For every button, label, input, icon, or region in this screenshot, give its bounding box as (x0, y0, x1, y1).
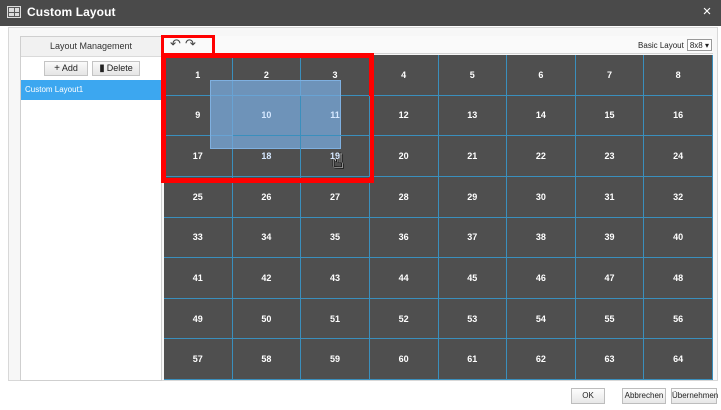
grid-cell[interactable]: 19 (301, 136, 370, 177)
grid-cell[interactable]: 60 (369, 339, 439, 380)
basic-layout-label: Basic Layout (638, 40, 684, 50)
grid-cell[interactable]: 35 (301, 217, 370, 259)
grid-cell[interactable]: 33 (164, 217, 233, 259)
layout-management-panel: Layout Management + Add ▮ Delete Custom La… (20, 36, 162, 381)
grid-cell[interactable]: 7 (575, 55, 645, 96)
grid-cell[interactable]: 50 (232, 298, 302, 340)
add-button[interactable]: + Add (44, 61, 88, 76)
grid-cell[interactable]: 51 (301, 298, 370, 340)
add-button-label: Add (61, 63, 78, 73)
grid-cell[interactable]: 53 (438, 298, 508, 340)
grid-cell[interactable]: 12 (369, 95, 439, 137)
grid-cell[interactable]: 9 (164, 95, 233, 137)
window-title: Custom Layout (27, 5, 116, 19)
grid-cell[interactable]: 37 (438, 217, 508, 259)
grid-cell[interactable]: 62 (507, 339, 576, 380)
grid-cell[interactable]: 17 (164, 136, 233, 177)
panel-header: Layout Management (21, 37, 161, 57)
grid-cell[interactable]: 25 (164, 176, 233, 218)
title-bar: Custom Layout × (0, 0, 721, 26)
grid-cell[interactable]: 28 (369, 176, 439, 218)
grid-cell[interactable]: 31 (575, 176, 645, 218)
basic-layout-select[interactable]: 8x8 ▾ (686, 39, 712, 51)
grid-toolbar (163, 36, 713, 54)
grid-cell[interactable]: 34 (232, 217, 302, 259)
grid-cell[interactable]: 36 (369, 217, 439, 259)
delete-button-label: Delete (106, 63, 133, 73)
grid-cell[interactable]: 49 (164, 298, 233, 340)
grid-cell[interactable]: 58 (232, 339, 302, 380)
grid-cell[interactable]: 6 (507, 55, 576, 96)
grid-cell[interactable]: 10 (232, 95, 302, 137)
undo-redo-group: ↶ ↷ (168, 37, 204, 51)
grid-cell[interactable]: 20 (369, 136, 439, 177)
trash-icon: ▮ (99, 63, 105, 74)
grid-cell[interactable]: 64 (644, 339, 713, 380)
grid-cell[interactable]: 15 (575, 95, 645, 137)
grid-cell[interactable]: 21 (438, 136, 508, 177)
basic-layout-control: Basic Layout 8x8 ▾ (638, 38, 712, 52)
grid-cell[interactable]: 45 (438, 258, 508, 299)
grid-cell[interactable]: 39 (575, 217, 645, 259)
grid-cell[interactable]: 32 (644, 176, 713, 218)
grid-cell[interactable]: 3 (301, 55, 370, 96)
grid-cell[interactable]: 56 (644, 298, 713, 340)
grid-cell[interactable]: 5 (438, 55, 508, 96)
grid-cell[interactable]: 48 (644, 258, 713, 299)
grid-cell[interactable]: 43 (301, 258, 370, 299)
layout-icon (7, 6, 21, 18)
grid-cell[interactable]: 16 (644, 95, 713, 137)
plus-icon: + (54, 63, 60, 74)
grid-cell[interactable]: 59 (301, 339, 370, 380)
apply-button[interactable]: Übernehmen (671, 388, 718, 404)
close-icon[interactable]: × (699, 3, 715, 21)
grid-cell[interactable]: 55 (575, 298, 645, 340)
grid-cell[interactable]: 44 (369, 258, 439, 299)
grid-cell[interactable]: 54 (507, 298, 576, 340)
grid-cell[interactable]: 42 (232, 258, 302, 299)
grid-cell[interactable]: 11 (301, 95, 370, 137)
grid-cell[interactable]: 8 (644, 55, 713, 96)
grid-cell[interactable]: 46 (507, 258, 576, 299)
redo-icon[interactable]: ↷ (183, 37, 198, 51)
grid-cell[interactable]: 61 (438, 339, 508, 380)
grid-cell[interactable]: 22 (507, 136, 576, 177)
panel-buttons: + Add ▮ Delete (21, 61, 161, 77)
grid-cell[interactable]: 13 (438, 95, 508, 137)
undo-icon[interactable]: ↶ (168, 37, 183, 51)
grid-cell[interactable]: 41 (164, 258, 233, 299)
grid-cell[interactable]: 24 (644, 136, 713, 177)
cancel-button[interactable]: Abbrechen (622, 388, 666, 404)
grid-cell[interactable]: 47 (575, 258, 645, 299)
grid-cell[interactable]: 4 (369, 55, 439, 96)
grid-cell[interactable]: 57 (164, 339, 233, 380)
grid-cell[interactable]: 27 (301, 176, 370, 218)
grid-cell[interactable]: 52 (369, 298, 439, 340)
grid-cell[interactable]: 26 (232, 176, 302, 218)
grid-cell[interactable]: 2 (232, 55, 302, 96)
layout-grid[interactable]: 1 2 3 4 5 6 7 8 9 10 11 12 13 14 15 16 17 18 19 20 21 22 23 24 2… (164, 55, 713, 380)
grid-cell[interactable]: 30 (507, 176, 576, 218)
grid-cell[interactable]: 63 (575, 339, 645, 380)
grid-cell[interactable]: 40 (644, 217, 713, 259)
grid-cell[interactable]: 23 (575, 136, 645, 177)
grid-cell[interactable]: 38 (507, 217, 576, 259)
delete-button[interactable]: ▮ Delete (92, 61, 140, 76)
grid-cell[interactable]: 29 (438, 176, 508, 218)
layout-list-item[interactable]: Custom Layout1 (21, 80, 161, 100)
grid-cell[interactable]: 1 (164, 55, 233, 96)
grid-cell[interactable]: 18 (232, 136, 302, 177)
grid-cell[interactable]: 14 (507, 95, 576, 137)
ok-button[interactable]: OK (571, 388, 605, 404)
